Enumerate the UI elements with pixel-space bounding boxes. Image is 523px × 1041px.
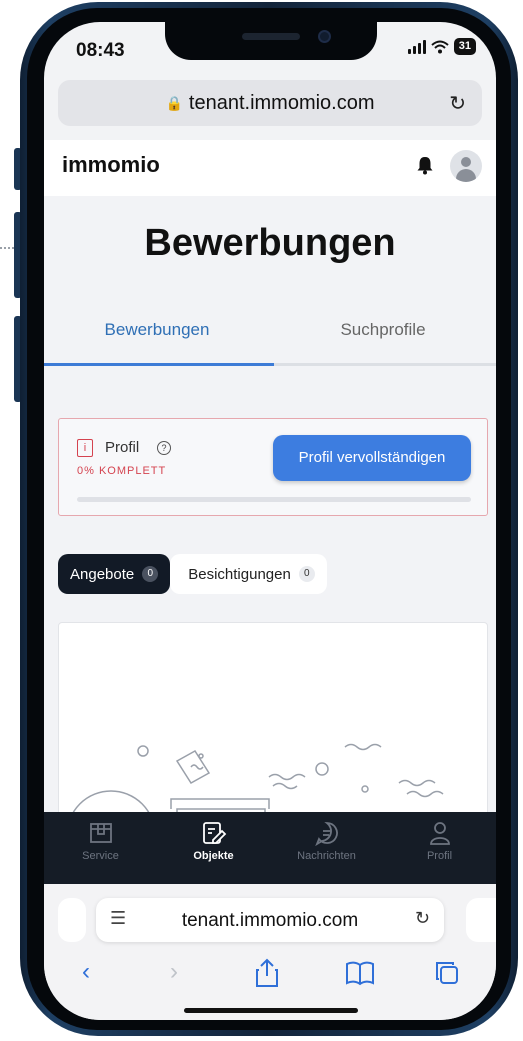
signal-icon — [407, 39, 426, 54]
notch — [165, 22, 377, 60]
filter-count: 0 — [142, 566, 159, 582]
wifi-icon — [431, 40, 449, 53]
bookmarks-icon[interactable] — [340, 958, 380, 988]
nav-label: Profil — [426, 850, 453, 862]
filter-besichtigungen[interactable]: Besichtigungen 0 — [170, 554, 327, 594]
next-tab-preview[interactable] — [466, 898, 496, 942]
status-time: 08:43 — [76, 40, 125, 61]
share-icon[interactable] — [247, 958, 287, 988]
filter-label: Angebote — [70, 565, 135, 583]
filter-angebote[interactable]: Angebote 0 — [58, 554, 171, 594]
filter-count: 0 — [298, 566, 315, 582]
avatar-shoulders — [456, 169, 476, 182]
reload-icon[interactable]: ↻ — [415, 908, 430, 929]
box-icon — [89, 823, 112, 843]
browser-toolbar: ☰ tenant.immomio.com ↻ ‹ › — [44, 884, 496, 1020]
front-camera — [318, 30, 331, 43]
active-tab-indicator — [44, 363, 274, 366]
nav-item-nachrichten[interactable]: Nachrichten — [270, 820, 383, 862]
home-indicator — [184, 1008, 358, 1013]
browser-address-bar[interactable]: 🔒 tenant.immomio.com ↻ — [58, 80, 482, 126]
forward-icon[interactable]: › — [154, 958, 194, 986]
main-content: Bewerbungen Bewerbungen Suchprofile i Pr… — [44, 196, 496, 862]
document-edit-icon — [202, 822, 226, 844]
chat-bubble-icon — [314, 822, 338, 846]
help-icon[interactable]: ? — [157, 441, 171, 455]
bottom-address-bar[interactable]: ☰ tenant.immomio.com ↻ — [96, 898, 444, 942]
nav-label: Service — [82, 850, 119, 862]
filter-pills: Angebote 0 Besichtigungen 0 — [58, 554, 327, 594]
logo: immomio — [62, 152, 160, 177]
app-header: immomio — [44, 140, 496, 196]
filter-label: Besichtigungen — [188, 565, 291, 583]
address-text: tenant.immomio.com — [181, 910, 359, 931]
status-icons: 31 — [407, 38, 476, 55]
previous-tab-preview[interactable] — [58, 898, 86, 942]
page-title: Bewerbungen — [144, 222, 396, 264]
phone-screen: 08:43 31 🔒 tenant.immomio.com ↻ immomio … — [44, 22, 496, 1020]
nav-label: Nachrichten — [297, 850, 356, 862]
profile-progress-text: 0% KOMPLETT — [77, 465, 167, 477]
info-icon: i — [77, 439, 93, 457]
nav-item-profil[interactable]: Profil — [383, 820, 496, 862]
complete-profile-button[interactable]: Profil vervollständigen — [273, 435, 471, 481]
bottom-nav: Service Objekte Nachrichten Profil — [44, 812, 496, 884]
tabs-icon[interactable] — [428, 958, 468, 988]
reload-icon[interactable]: ↻ — [449, 91, 466, 116]
nav-item-service[interactable]: Service — [44, 820, 157, 862]
nav-label: Objekte — [193, 850, 234, 862]
profile-progress-bar — [77, 497, 471, 502]
address-text: tenant.immomio.com — [188, 91, 375, 114]
tab-suchprofile[interactable]: Suchprofile — [270, 320, 496, 340]
person-icon — [429, 822, 450, 845]
bell-icon[interactable] — [416, 155, 434, 175]
nav-item-objekte[interactable]: Objekte — [157, 820, 270, 862]
battery-icon: 31 — [453, 38, 476, 55]
stage: 08:43 31 🔒 tenant.immomio.com ↻ immomio … — [0, 0, 523, 1041]
avatar-head — [461, 157, 471, 167]
back-icon[interactable]: ‹ — [66, 958, 106, 986]
profile-label: Profil — [105, 439, 140, 456]
speaker — [242, 33, 300, 40]
avatar[interactable] — [450, 150, 482, 182]
lock-icon: 🔒 — [165, 94, 183, 111]
profile-completion-card: i Profil ? 0% KOMPLETT Profil vervollstä… — [58, 418, 488, 516]
tab-bewerbungen[interactable]: Bewerbungen — [44, 320, 270, 340]
